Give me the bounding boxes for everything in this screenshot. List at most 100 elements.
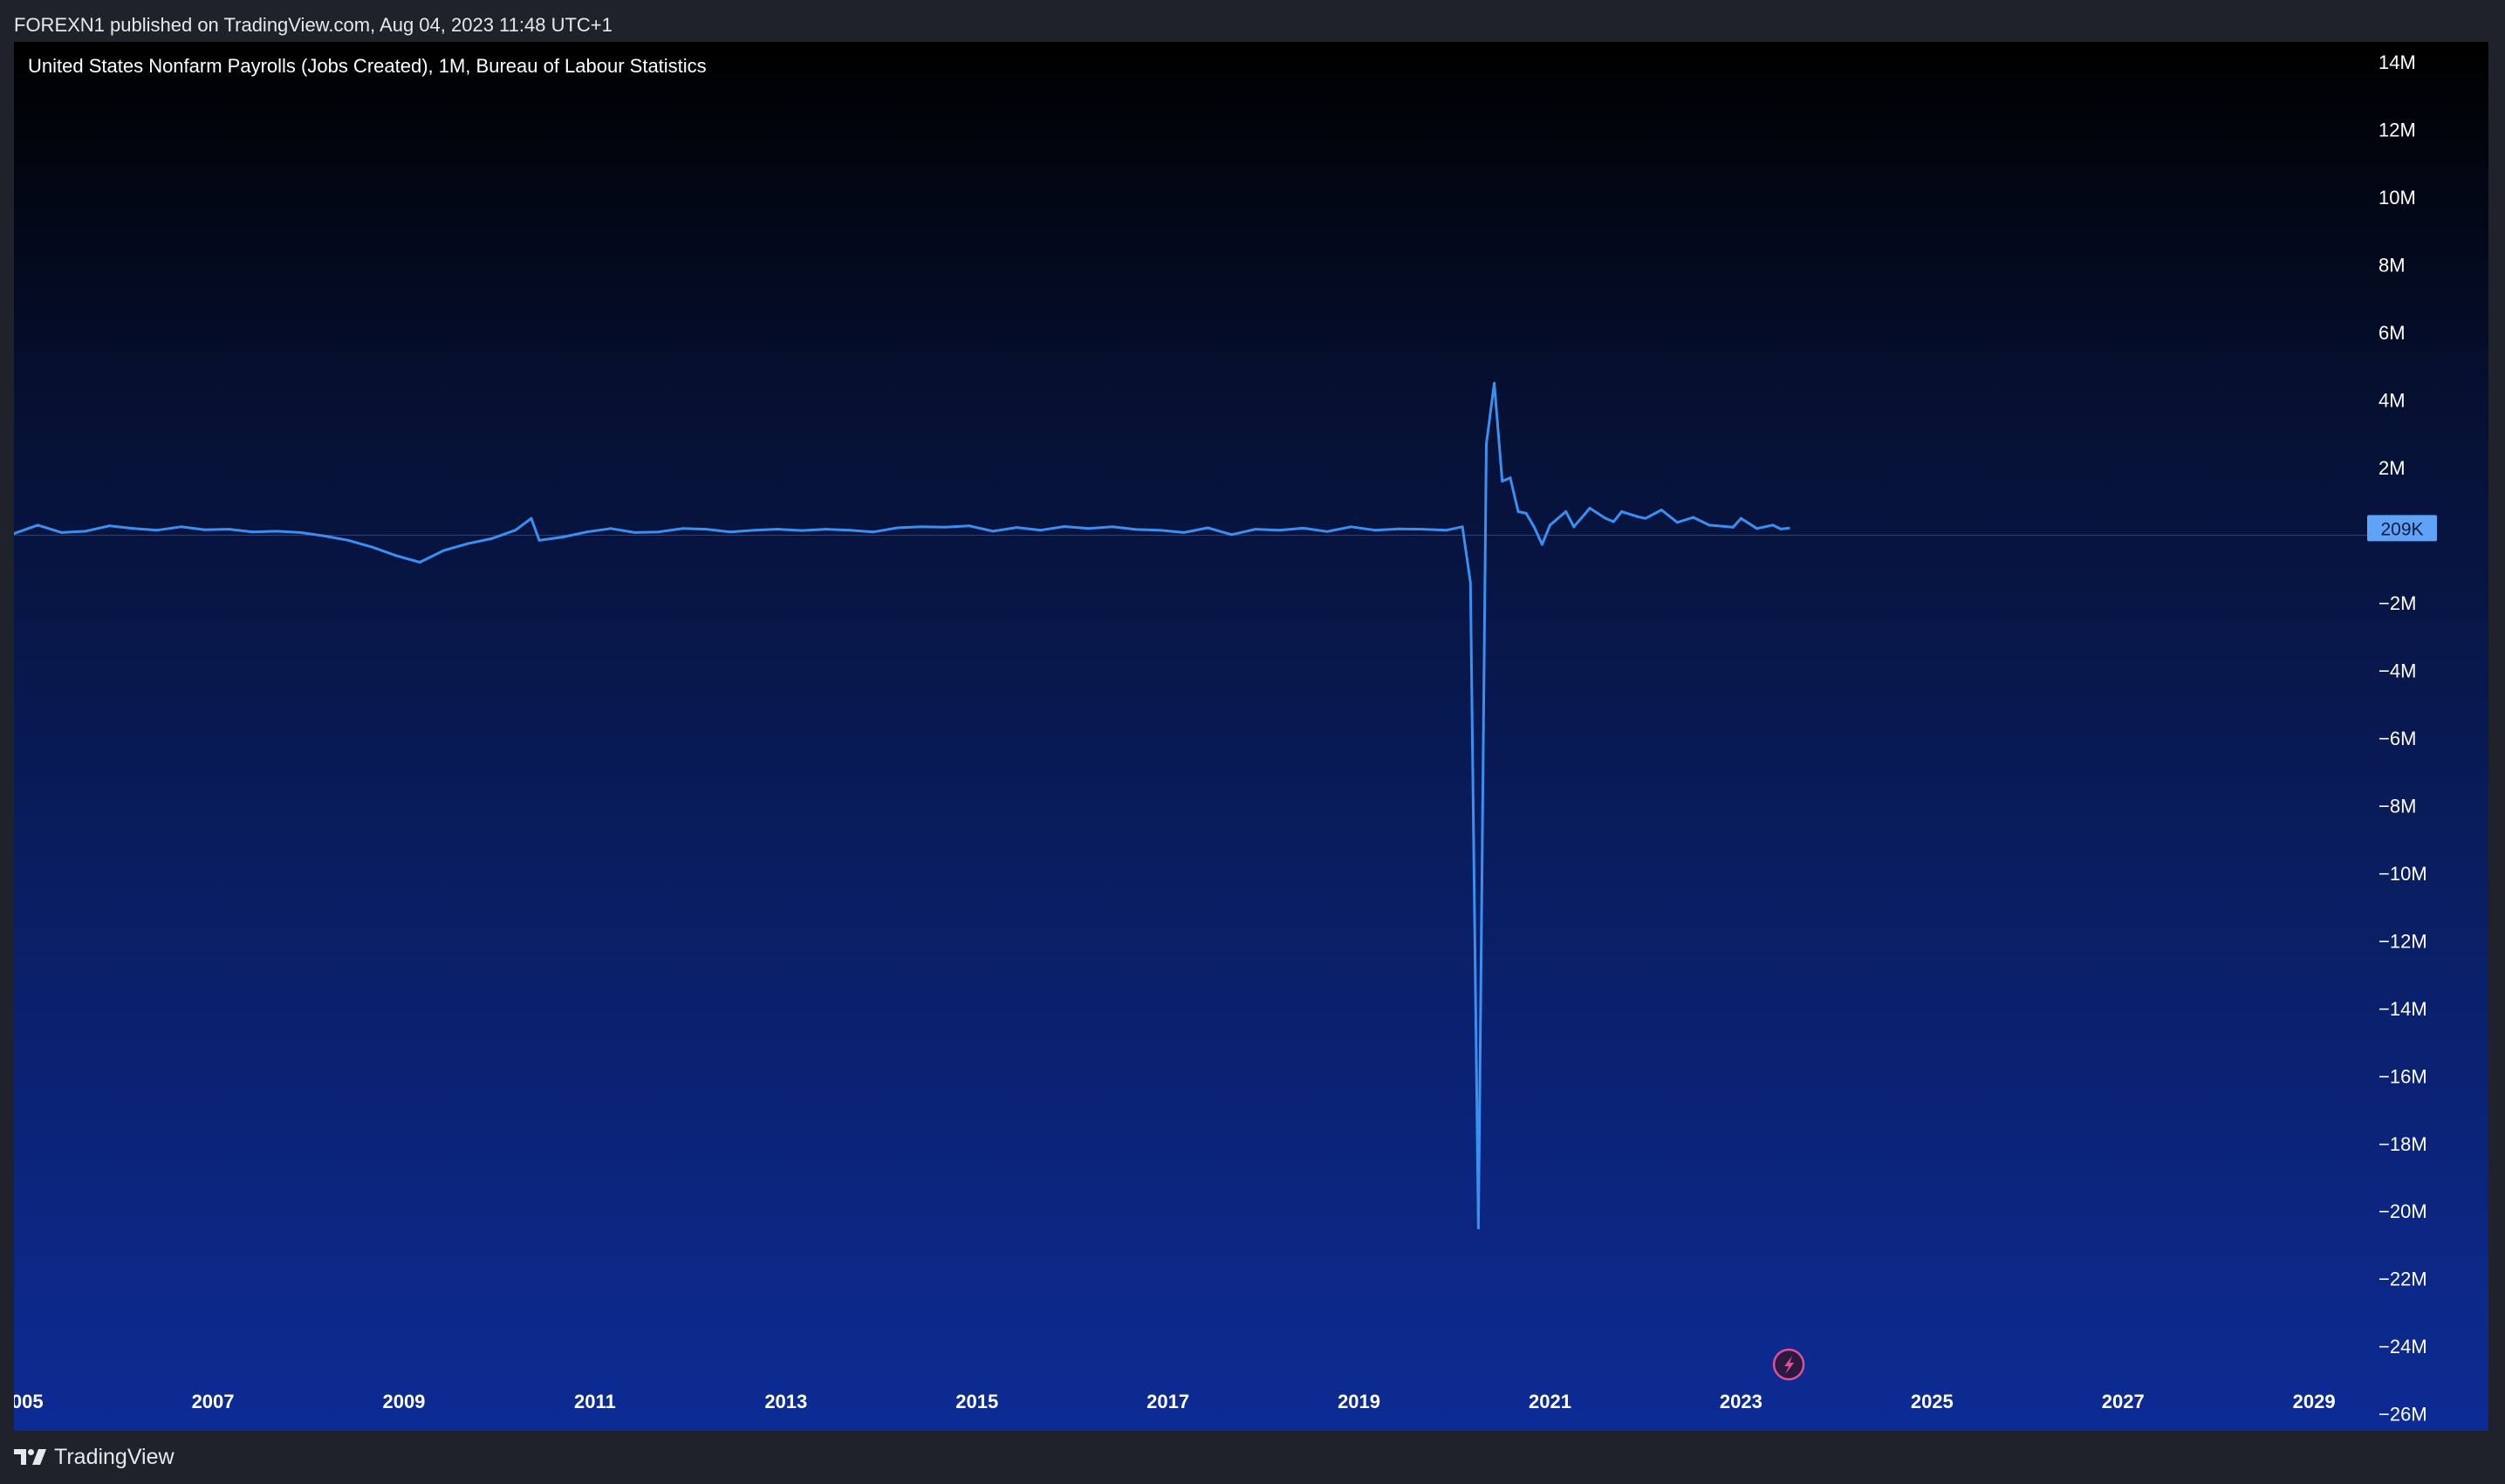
data-point[interactable]: [1660, 508, 1663, 511]
series-line[interactable]: [14, 381, 1790, 1230]
data-point[interactable]: [1675, 521, 1679, 524]
data-point[interactable]: [1445, 529, 1448, 532]
data-point[interactable]: [1588, 507, 1591, 510]
data-point[interactable]: [1501, 480, 1504, 483]
data-point[interactable]: [418, 561, 421, 564]
data-point[interactable]: [394, 554, 398, 557]
data-point[interactable]: [1564, 509, 1568, 513]
data-point[interactable]: [132, 527, 135, 530]
data-point[interactable]: [943, 525, 947, 529]
data-point[interactable]: [968, 524, 971, 528]
data-point[interactable]: [705, 528, 708, 531]
data-point[interactable]: [1468, 581, 1472, 585]
data-point[interactable]: [1620, 509, 1624, 513]
data-point[interactable]: [1787, 526, 1790, 530]
tradingview-logo-icon: [14, 1448, 47, 1466]
data-point[interactable]: [251, 530, 255, 534]
data-point[interactable]: [1692, 516, 1695, 519]
data-point[interactable]: [1524, 511, 1528, 515]
last-value-label: 209K: [2380, 519, 2423, 539]
data-point[interactable]: [1509, 476, 1512, 480]
data-point[interactable]: [1485, 442, 1488, 446]
data-point[interactable]: [991, 530, 995, 533]
data-point[interactable]: [1731, 525, 1735, 529]
data-point[interactable]: [1134, 528, 1138, 531]
footer-brand[interactable]: TradingView: [14, 1441, 175, 1473]
data-point[interactable]: [107, 524, 111, 528]
data-point[interactable]: [530, 516, 533, 520]
data-point[interactable]: [681, 527, 684, 530]
data-point[interactable]: [298, 530, 302, 534]
data-point[interactable]: [609, 527, 613, 530]
data-point[interactable]: [1302, 526, 1305, 530]
data-point[interactable]: [1540, 543, 1543, 546]
data-point[interactable]: [489, 537, 493, 540]
data-point[interactable]: [1461, 525, 1464, 529]
data-point[interactable]: [466, 542, 469, 545]
data-point[interactable]: [275, 530, 278, 533]
data-point[interactable]: [1206, 526, 1209, 530]
data-point[interactable]: [1612, 520, 1615, 523]
data-point[interactable]: [323, 534, 326, 537]
data-point[interactable]: [1254, 528, 1257, 531]
data-point[interactable]: [1086, 527, 1090, 530]
data-point[interactable]: [36, 523, 39, 527]
data-point[interactable]: [777, 528, 780, 531]
data-point[interactable]: [729, 530, 732, 534]
data-point[interactable]: [1756, 527, 1759, 530]
data-point[interactable]: [1779, 527, 1783, 530]
data-point[interactable]: [1708, 523, 1711, 527]
data-point[interactable]: [1230, 533, 1234, 537]
data-point[interactable]: [1771, 523, 1775, 527]
data-point[interactable]: [1325, 530, 1329, 533]
data-point[interactable]: [1111, 525, 1114, 529]
data-point[interactable]: [1604, 516, 1607, 520]
data-point[interactable]: [633, 530, 636, 534]
data-point[interactable]: [203, 528, 207, 531]
data-point[interactable]: [1476, 1227, 1480, 1230]
data-point[interactable]: [370, 545, 373, 549]
chart-panel[interactable]: 14M 12M 10M 8M 6M 4M 2M −2M −4M −6M −8M −10M −12M −14…: [14, 42, 2488, 1431]
y-tick-label: −16M: [2378, 1065, 2427, 1087]
data-point[interactable]: [920, 525, 923, 529]
data-point[interactable]: [896, 526, 899, 530]
data-point[interactable]: [1015, 526, 1018, 530]
data-point[interactable]: [1644, 516, 1647, 520]
data-point[interactable]: [1039, 529, 1043, 532]
data-point[interactable]: [442, 549, 446, 552]
data-point[interactable]: [537, 538, 541, 542]
data-point[interactable]: [1739, 516, 1742, 520]
data-point[interactable]: [1493, 381, 1496, 385]
data-point[interactable]: [848, 529, 852, 532]
data-point[interactable]: [1572, 525, 1576, 529]
data-point[interactable]: [1373, 529, 1377, 532]
data-point[interactable]: [1182, 530, 1186, 534]
data-point[interactable]: [872, 530, 875, 534]
data-point[interactable]: [561, 535, 565, 538]
data-point[interactable]: [1159, 529, 1162, 532]
y-tick-label: −14M: [2378, 998, 2427, 1020]
data-point[interactable]: [752, 529, 756, 532]
data-point[interactable]: [585, 530, 589, 534]
nonfarm-payrolls-line-chart[interactable]: 14M 12M 10M 8M 6M 4M 2M −2M −4M −6M −8M −10M −12M −14…: [14, 42, 2488, 1431]
data-point[interactable]: [180, 525, 183, 529]
data-point[interactable]: [1421, 528, 1425, 531]
data-point[interactable]: [1063, 524, 1066, 528]
data-point[interactable]: [1516, 509, 1520, 513]
data-point[interactable]: [1349, 525, 1352, 529]
data-point[interactable]: [84, 530, 87, 533]
data-point[interactable]: [1636, 515, 1639, 518]
data-point[interactable]: [800, 529, 804, 532]
data-point[interactable]: [824, 528, 827, 531]
data-point[interactable]: [657, 530, 660, 534]
data-point[interactable]: [1277, 529, 1281, 532]
data-point[interactable]: [1548, 523, 1551, 527]
x-tick-label: 2011: [574, 1391, 616, 1412]
data-point[interactable]: [227, 528, 230, 531]
data-point[interactable]: [1397, 527, 1400, 530]
data-point[interactable]: [514, 529, 517, 532]
data-point[interactable]: [1532, 525, 1536, 529]
data-point[interactable]: [60, 530, 64, 534]
data-point[interactable]: [346, 538, 350, 542]
data-point[interactable]: [155, 529, 159, 532]
